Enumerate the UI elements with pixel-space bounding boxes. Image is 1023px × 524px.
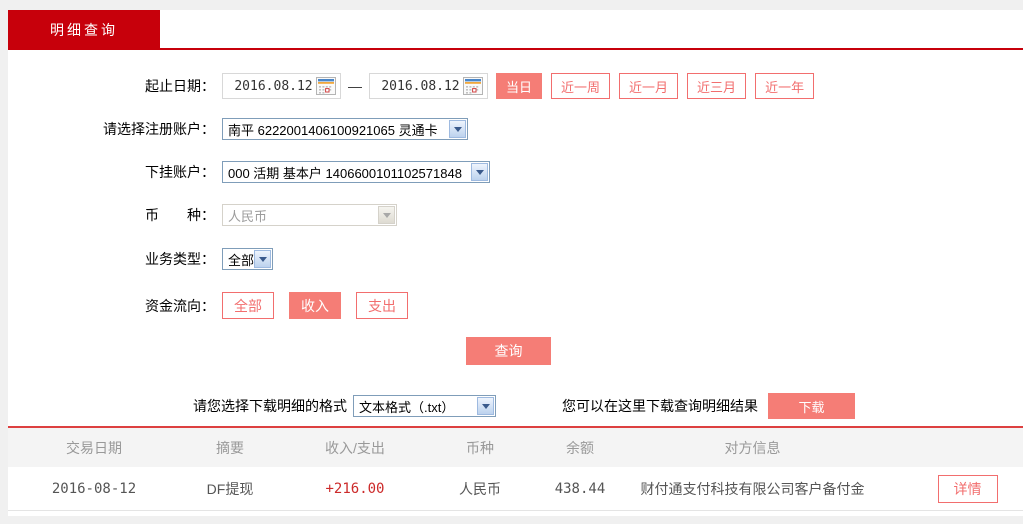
cell-amount: +216.00 <box>325 480 385 497</box>
header-balance: 余额 <box>566 439 594 456</box>
header-currency: 币种 <box>466 439 494 456</box>
date-range-label: 起止日期： <box>145 78 215 94</box>
download-format-value: 文本格式（.txt） <box>359 399 455 415</box>
chevron-down-icon <box>378 206 395 224</box>
header-income-expense: 收入/支出 <box>325 439 385 456</box>
chevron-down-icon[interactable] <box>477 397 494 415</box>
table-header-row: 交易日期 摘要 收入/支出 币种 余额 对方信息 <box>8 428 1023 467</box>
fund-flow-expense[interactable]: 支出 <box>356 292 408 319</box>
quick-range-year[interactable]: 近一年 <box>755 73 815 99</box>
fund-flow-all[interactable]: 全部 <box>222 292 274 319</box>
quick-range-week[interactable]: 近一周 <box>551 73 611 99</box>
quick-range-3months[interactable]: 近三月 <box>687 73 747 99</box>
register-account-row: 请选择注册账户： 南平 6222001406100921065 灵通卡 <box>8 118 1023 140</box>
business-type-label: 业务类型： <box>145 251 215 267</box>
query-form: 起止日期： 2016.08.12 — 2016.08.12 当日 近一周 近一月… <box>8 50 1023 419</box>
end-date-input[interactable]: 2016.08.12 <box>369 73 488 99</box>
cell-balance: 438.44 <box>554 480 606 497</box>
detail-button[interactable]: 详情 <box>937 474 998 503</box>
cell-currency: 人民币 <box>459 480 501 497</box>
quick-range-month[interactable]: 近一月 <box>619 73 679 99</box>
tab-detail-query[interactable]: 明细查询 <box>8 10 160 50</box>
sub-account-row: 下挂账户： 000 活期 基本户 1406600101102571848 <box>8 161 1023 183</box>
tab-bar: 明细查询 <box>8 10 1023 50</box>
business-type-value: 全部 <box>228 252 254 268</box>
sub-account-label: 下挂账户： <box>145 164 215 180</box>
table-row: 2016-08-12 DF提现 +216.00 人民币 438.44 财付通支付… <box>8 467 1023 511</box>
business-type-select[interactable]: 全部 <box>222 248 273 270</box>
fund-flow-row: 资金流向： 全部 收入 支出 <box>8 292 1023 319</box>
quick-range-today[interactable]: 当日 <box>496 73 543 99</box>
currency-row: 币 种： 人民币 <box>8 204 1023 226</box>
currency-value: 人民币 <box>228 208 268 224</box>
register-account-select[interactable]: 南平 6222001406100921065 灵通卡 <box>222 118 468 140</box>
cell-summary: DF提现 <box>206 480 254 497</box>
fund-flow-income[interactable]: 收入 <box>289 292 341 319</box>
download-hint: 您可以在这里下载查询明细结果 <box>562 398 758 414</box>
sub-account-value: 000 活期 基本户 1406600101102571848 <box>228 165 462 181</box>
cell-transaction-date: 2016-08-12 <box>51 480 137 497</box>
sub-account-select[interactable]: 000 活期 基本户 1406600101102571848 <box>222 161 490 183</box>
start-date-input[interactable]: 2016.08.12 <box>222 73 341 99</box>
business-type-row: 业务类型： 全部 <box>8 248 1023 270</box>
end-date-value[interactable]: 2016.08.12 <box>378 79 463 94</box>
chevron-down-icon[interactable] <box>449 120 466 138</box>
register-account-label: 请选择注册账户： <box>103 121 215 137</box>
chevron-down-icon[interactable] <box>254 250 271 268</box>
calendar-icon[interactable] <box>316 77 336 95</box>
query-button[interactable]: 查询 <box>466 337 551 365</box>
date-range-row: 起止日期： 2016.08.12 — 2016.08.12 当日 近一周 近一月… <box>8 73 1023 99</box>
download-format-label: 请您选择下载明细的格式 <box>193 398 347 414</box>
content-panel: 明细查询 起止日期： 2016.08.12 — 2016.08.12 当日 近一… <box>8 10 1023 516</box>
download-format-select[interactable]: 文本格式（.txt） <box>353 395 496 417</box>
download-row: 请您选择下载明细的格式 文本格式（.txt） 您可以在这里下载查询明细结果 下载 <box>8 393 1023 419</box>
currency-label: 币 种： <box>145 207 215 223</box>
currency-select: 人民币 <box>222 204 397 226</box>
cell-counterparty: 财付通支付科技有限公司客户备付金 <box>640 480 865 497</box>
header-summary: 摘要 <box>216 439 244 456</box>
query-button-row: 查询 <box>8 337 1023 365</box>
date-range-separator: — <box>348 78 362 94</box>
chevron-down-icon[interactable] <box>471 163 488 181</box>
fund-flow-label: 资金流向： <box>145 297 215 314</box>
calendar-icon[interactable] <box>463 77 483 95</box>
start-date-value[interactable]: 2016.08.12 <box>231 79 316 94</box>
download-button[interactable]: 下载 <box>768 393 855 419</box>
register-account-value: 南平 6222001406100921065 灵通卡 <box>228 122 438 138</box>
header-counterparty: 对方信息 <box>724 439 781 456</box>
header-transaction-date: 交易日期 <box>66 439 122 456</box>
